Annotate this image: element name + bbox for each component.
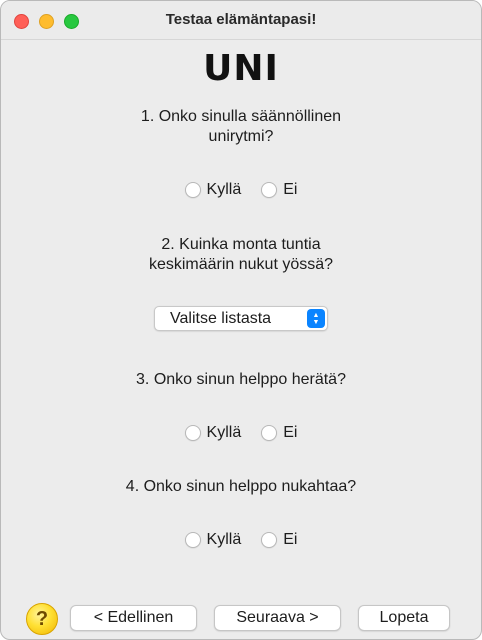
select-stepper-icon: ▲ ▼ [307, 309, 325, 328]
question-1-line-2: unirytmi? [208, 128, 274, 145]
radio-button[interactable] [184, 425, 201, 441]
radio-button[interactable] [261, 425, 278, 441]
question-4: 4. Onko sinun helppo nukahtaa? [1, 477, 481, 497]
question-1-options: Kyllä Ei [1, 181, 481, 199]
radio-label: Ei [283, 531, 298, 548]
question-3-line-1: 3. Onko sinun helppo herätä? [136, 371, 346, 388]
question-3: 3. Onko sinun helppo herätä? [1, 370, 481, 390]
previous-button[interactable]: < Edellinen [70, 605, 197, 631]
question-4-radio-no[interactable]: Ei [261, 531, 297, 549]
radio-label: Kyllä [206, 181, 242, 198]
question-3-radio-yes[interactable]: Kyllä [184, 424, 242, 442]
question-2-line-2: keskimäärin nukut yössä? [148, 256, 334, 273]
radio-label: Kyllä [206, 424, 242, 441]
hours-select[interactable]: Valitse listasta ▲ ▼ [154, 306, 328, 331]
next-button[interactable]: Seuraava > [214, 605, 341, 631]
radio-label: Ei [283, 424, 298, 441]
radio-button[interactable] [261, 532, 278, 548]
radio-label: Kyllä [206, 531, 242, 548]
radio-button[interactable] [184, 532, 201, 548]
question-4-radio-yes[interactable]: Kyllä [184, 531, 242, 549]
window-title: Testaa elämäntapasi! [165, 11, 317, 28]
quit-button[interactable]: Lopeta [358, 605, 450, 631]
question-2-line-1: 2. Kuinka monta tuntia [161, 236, 321, 253]
question-1-radio-yes[interactable]: Kyllä [184, 181, 242, 199]
question-4-options: Kyllä Ei [1, 531, 481, 549]
radio-label: Ei [283, 181, 298, 198]
question-1-radio-no[interactable]: Ei [261, 181, 297, 199]
app-window: Testaa elämäntapasi! UNI 1. Onko sinulla… [0, 0, 482, 640]
select-value: Valitse listasta [170, 310, 272, 327]
question-mark-icon[interactable]: ? [26, 603, 58, 635]
question-4-line-1: 4. Onko sinun helppo nukahtaa? [125, 478, 357, 495]
question-3-radio-no[interactable]: Ei [261, 424, 297, 442]
radio-button[interactable] [261, 182, 278, 198]
title-bar: Testaa elämäntapasi! [1, 1, 481, 40]
page-heading: UNI [203, 48, 279, 89]
question-3-options: Kyllä Ei [1, 424, 481, 442]
question-1: 1. Onko sinulla säännöllinen unirytmi? [1, 107, 481, 147]
question-1-line-1: 1. Onko sinulla säännöllinen [140, 108, 342, 125]
question-2: 2. Kuinka monta tuntia keskimäärin nukut… [1, 235, 481, 275]
radio-button[interactable] [184, 182, 201, 198]
